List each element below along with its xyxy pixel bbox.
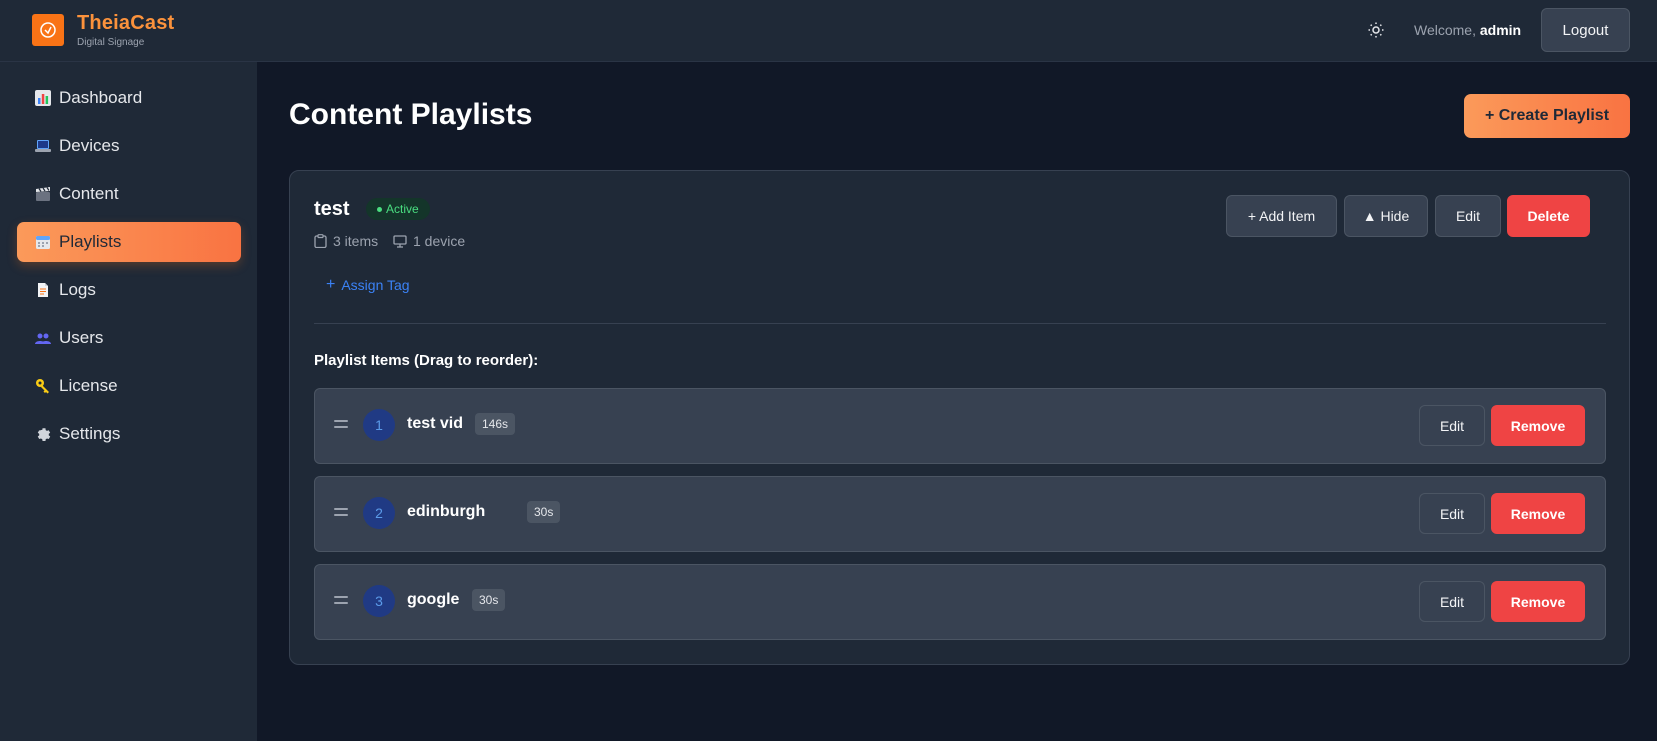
playlist-item-row[interactable]: 2 edinburgh 30s Edit Remove — [314, 476, 1606, 552]
device-count-text: 1 device — [413, 233, 466, 249]
divider — [314, 323, 1606, 324]
sidebar-item-playlists[interactable]: Playlists — [17, 222, 241, 262]
sidebar-item-dashboard[interactable]: Dashboard — [17, 78, 241, 118]
welcome-prefix: Welcome, — [1414, 22, 1476, 38]
playlist-card: test Active 3 items 1 device + Assign Ta… — [289, 170, 1630, 665]
sidebar-item-label: Devices — [59, 136, 120, 155]
sidebar-item-content[interactable]: Content — [17, 174, 241, 214]
status-label: Active — [386, 202, 419, 216]
clipboard-icon — [314, 234, 327, 248]
item-index: 2 — [363, 497, 395, 529]
remove-item-button[interactable]: Remove — [1491, 405, 1585, 446]
logout-button[interactable]: Logout — [1541, 8, 1630, 52]
sidebar-item-label: Dashboard — [59, 88, 143, 107]
key-icon — [35, 378, 51, 394]
assign-tag-label: Assign Tag — [341, 277, 410, 293]
sidebar-item-label: Playlists — [59, 232, 122, 251]
status-badge: Active — [366, 198, 430, 220]
sidebar-item-label: Settings — [59, 424, 121, 443]
edit-item-button[interactable]: Edit — [1419, 581, 1485, 622]
item-index: 3 — [363, 585, 395, 617]
playlist-name: test — [314, 198, 350, 220]
edit-playlist-button[interactable]: Edit — [1435, 195, 1501, 237]
sidebar-item-label: Users — [59, 328, 104, 347]
delete-playlist-button[interactable]: Delete — [1507, 195, 1590, 237]
drag-handle-icon[interactable] — [334, 420, 348, 430]
sidebar: Dashboard Devices Content Playlists Logs… — [0, 62, 257, 741]
document-icon — [35, 282, 51, 298]
app-logo[interactable] — [32, 14, 64, 46]
add-item-button[interactable]: + Add Item — [1226, 195, 1337, 237]
bar-chart-icon — [35, 90, 51, 106]
top-header: TheiaCast Digital Signage Welcome, admin… — [0, 0, 1657, 62]
item-count: 3 items — [314, 233, 378, 249]
monitor-icon — [393, 234, 407, 248]
sidebar-item-settings[interactable]: Settings — [17, 414, 241, 454]
page-title: Content Playlists — [289, 98, 533, 131]
item-name: google — [407, 591, 460, 608]
create-playlist-button[interactable]: + Create Playlist — [1464, 94, 1630, 138]
laptop-icon — [35, 138, 51, 154]
remove-item-button[interactable]: Remove — [1491, 581, 1585, 622]
playlist-item-row[interactable]: 3 google 30s Edit Remove — [314, 564, 1606, 640]
playlist-item-row[interactable]: 1 test vid 146s Edit Remove — [314, 388, 1606, 464]
device-count: 1 device — [393, 233, 465, 249]
brand-title: TheiaCast — [77, 12, 175, 34]
welcome-text: Welcome, admin — [1414, 22, 1521, 38]
sidebar-item-devices[interactable]: Devices — [17, 126, 241, 166]
playlist-items-heading: Playlist Items (Drag to reorder): — [314, 352, 539, 369]
sidebar-item-label: Logs — [59, 280, 96, 299]
item-name: edinburgh — [407, 503, 486, 520]
duration-badge: 30s — [472, 589, 506, 611]
users-icon — [35, 330, 51, 346]
gear-icon — [35, 426, 51, 442]
logo-icon — [40, 22, 56, 38]
plus-icon: + — [326, 276, 336, 293]
remove-item-button[interactable]: Remove — [1491, 493, 1585, 534]
sidebar-item-label: Content — [59, 184, 119, 203]
drag-handle-icon[interactable] — [334, 596, 348, 606]
item-count-text: 3 items — [333, 233, 379, 249]
item-name: test vid — [407, 415, 464, 432]
sidebar-item-license[interactable]: License — [17, 366, 241, 406]
edit-item-button[interactable]: Edit — [1419, 405, 1485, 446]
duration-badge: 146s — [475, 413, 516, 435]
hide-button[interactable]: ▲ Hide — [1344, 195, 1428, 237]
assign-tag-link[interactable]: + Assign Tag — [326, 276, 410, 294]
sidebar-item-logs[interactable]: Logs — [17, 270, 241, 310]
clapperboard-icon — [35, 186, 51, 202]
sun-icon[interactable] — [1366, 20, 1386, 40]
edit-item-button[interactable]: Edit — [1419, 493, 1485, 534]
sidebar-item-label: License — [59, 376, 118, 395]
item-index: 1 — [363, 409, 395, 441]
duration-badge: 30s — [527, 501, 561, 523]
status-dot-icon — [377, 206, 382, 212]
username: admin — [1479, 22, 1522, 38]
drag-handle-icon[interactable] — [334, 508, 348, 518]
brand-subtitle: Digital Signage — [77, 37, 145, 48]
calendar-icon — [35, 234, 51, 250]
sidebar-item-users[interactable]: Users — [17, 318, 241, 358]
